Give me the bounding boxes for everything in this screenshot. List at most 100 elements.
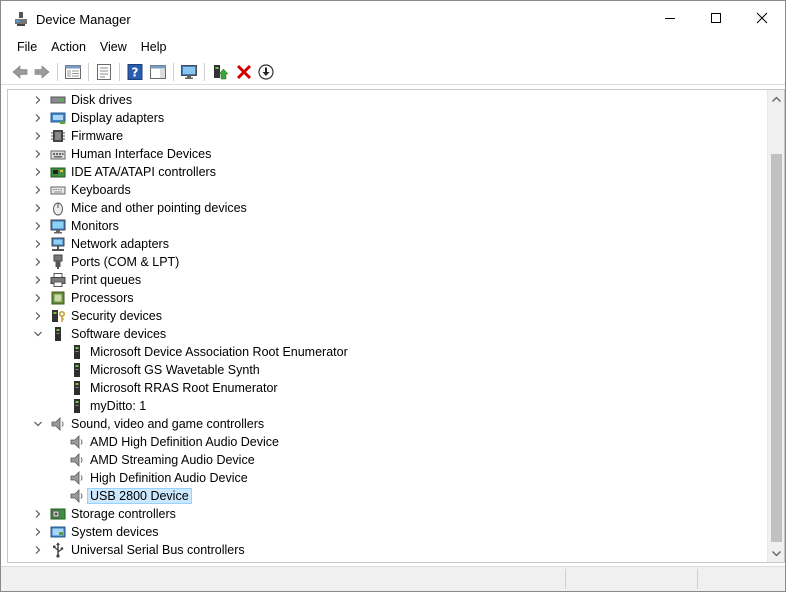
tree-item-label: Ports (COM & LPT) <box>71 255 180 269</box>
status-pane <box>565 569 566 589</box>
menu-action[interactable]: Action <box>44 37 93 57</box>
tree-item-label: Keyboards <box>71 183 131 197</box>
update-driver-button[interactable] <box>211 63 229 81</box>
console-tree-icon <box>65 65 81 79</box>
window-title: Device Manager <box>36 12 131 27</box>
software-device-icon <box>74 399 80 413</box>
tree-category-network-adapters[interactable]: Network adapters <box>8 235 768 253</box>
tree-device-usb-2800-device[interactable]: USB 2800 Device <box>8 487 768 505</box>
tree-item-label: Firmware <box>71 129 124 143</box>
arrow-left-icon <box>12 65 28 79</box>
chevron-right-icon[interactable] <box>32 166 44 178</box>
tree-category-ide-ata-atapi-controllers[interactable]: IDE ATA/ATAPI controllers <box>8 163 768 181</box>
help-button[interactable]: ? <box>126 63 144 81</box>
chevron-right-icon[interactable] <box>32 112 44 124</box>
close-button[interactable] <box>739 1 785 35</box>
scroll-up-button[interactable] <box>768 90 784 107</box>
forward-button[interactable] <box>33 63 51 81</box>
scan-hardware-button[interactable] <box>180 63 198 81</box>
tree-category-firmware[interactable]: Firmware <box>8 127 768 145</box>
chevron-right-icon[interactable] <box>32 94 44 106</box>
toolbar-separator <box>173 63 174 81</box>
tree-category-print-queues[interactable]: Print queues <box>8 271 768 289</box>
hid-icon <box>50 150 66 160</box>
tree-item-label: Human Interface Devices <box>71 147 212 161</box>
tree-category-software-devices[interactable]: Software devices <box>8 325 768 343</box>
tree-category-processors[interactable]: Processors <box>8 289 768 307</box>
scroll-thumb[interactable] <box>771 154 782 542</box>
usb-icon <box>53 542 64 558</box>
chevron-down-icon[interactable] <box>32 418 44 430</box>
scroll-down-button[interactable] <box>768 545 784 562</box>
uninstall-device-button[interactable] <box>235 63 253 81</box>
tree-category-disk-drives[interactable]: Disk drives <box>8 91 768 109</box>
chevron-down-icon[interactable] <box>32 328 44 340</box>
vertical-scrollbar[interactable] <box>767 90 784 562</box>
ide-controller-icon <box>50 167 66 178</box>
chevron-up-icon <box>772 96 781 102</box>
chevron-right-icon[interactable] <box>32 238 44 250</box>
chevron-right-icon[interactable] <box>32 184 44 196</box>
tree-category-system-devices[interactable]: System devices <box>8 523 768 541</box>
menu-help[interactable]: Help <box>134 37 174 57</box>
show-hide-console-tree-button[interactable] <box>64 63 82 81</box>
maximize-button[interactable] <box>693 1 739 35</box>
close-icon <box>756 12 768 24</box>
display-adapter-icon <box>50 112 66 124</box>
toolbar-separator <box>57 63 58 81</box>
tree-device-high-definition-audio-device[interactable]: High Definition Audio Device <box>8 469 768 487</box>
storage-controller-icon <box>50 508 66 520</box>
chevron-right-icon[interactable] <box>32 292 44 304</box>
tree-device-microsoft-rras-root-enumerator[interactable]: Microsoft RRAS Root Enumerator <box>8 379 768 397</box>
action-pane-icon <box>150 65 166 79</box>
tree-item-label: Network adapters <box>71 237 169 251</box>
action-pane-button[interactable] <box>149 63 167 81</box>
tree-category-keyboards[interactable]: Keyboards <box>8 181 768 199</box>
tree-category-monitors[interactable]: Monitors <box>8 217 768 235</box>
chevron-right-icon[interactable] <box>32 220 44 232</box>
tree-device-microsoft-gs-wavetable-synth[interactable]: Microsoft GS Wavetable Synth <box>8 361 768 379</box>
toolbar-separator <box>204 63 205 81</box>
chevron-right-icon[interactable] <box>32 148 44 160</box>
maximize-icon <box>711 13 721 23</box>
chevron-right-icon[interactable] <box>32 130 44 142</box>
properties-button[interactable] <box>95 63 113 81</box>
tree-category-storage-controllers[interactable]: Storage controllers <box>8 505 768 523</box>
chevron-right-icon[interactable] <box>32 310 44 322</box>
arrow-right-icon <box>34 65 50 79</box>
disable-device-button[interactable] <box>257 63 275 81</box>
tree-item-label: Universal Serial Bus controllers <box>71 543 245 557</box>
tree-item-label: USB 2800 Device <box>87 488 192 504</box>
tree-device-myditto-1[interactable]: myDitto: 1 <box>8 397 768 415</box>
tree-item-label: IDE ATA/ATAPI controllers <box>71 165 216 179</box>
tree-device-amd-streaming-audio-device[interactable]: AMD Streaming Audio Device <box>8 451 768 469</box>
tree-item-label: AMD Streaming Audio Device <box>90 453 255 467</box>
tree-category-mice-and-other-pointing-devices[interactable]: Mice and other pointing devices <box>8 199 768 217</box>
menu-view[interactable]: View <box>93 37 134 57</box>
tree-category-display-adapters[interactable]: Display adapters <box>8 109 768 127</box>
chevron-right-icon[interactable] <box>32 544 44 556</box>
status-pane <box>697 569 698 589</box>
minimize-button[interactable] <box>647 1 693 35</box>
tree-category-security-devices[interactable]: Security devices <box>8 307 768 325</box>
device-tree-pane[interactable]: Disk drives Display adapters Firmware Human… <box>7 89 785 563</box>
tree-category-sound-video-and-game-controllers[interactable]: Sound, video and game controllers <box>8 415 768 433</box>
tree-device-microsoft-device-association-root-enumerator[interactable]: Microsoft Device Association Root Enumer… <box>8 343 768 361</box>
tree-category-universal-serial-bus-controllers[interactable]: Universal Serial Bus controllers <box>8 541 768 559</box>
mouse-icon <box>53 202 63 216</box>
menu-file[interactable]: File <box>10 37 44 57</box>
toolbar: ? <box>1 59 785 85</box>
tree-device-amd-high-definition-audio-device[interactable]: AMD High Definition Audio Device <box>8 433 768 451</box>
chevron-right-icon[interactable] <box>32 202 44 214</box>
chevron-right-icon[interactable] <box>32 274 44 286</box>
chevron-right-icon[interactable] <box>32 256 44 268</box>
tree-category-ports-com-lpt[interactable]: Ports (COM & LPT) <box>8 253 768 271</box>
chevron-right-icon[interactable] <box>32 508 44 520</box>
chevron-right-icon[interactable] <box>32 526 44 538</box>
software-device-icon <box>55 327 61 341</box>
title-bar[interactable]: Device Manager <box>1 1 785 35</box>
speaker-icon <box>70 453 83 467</box>
tree-category-human-interface-devices[interactable]: Human Interface Devices <box>8 145 768 163</box>
monitor-icon <box>50 219 66 234</box>
back-button[interactable] <box>11 63 29 81</box>
